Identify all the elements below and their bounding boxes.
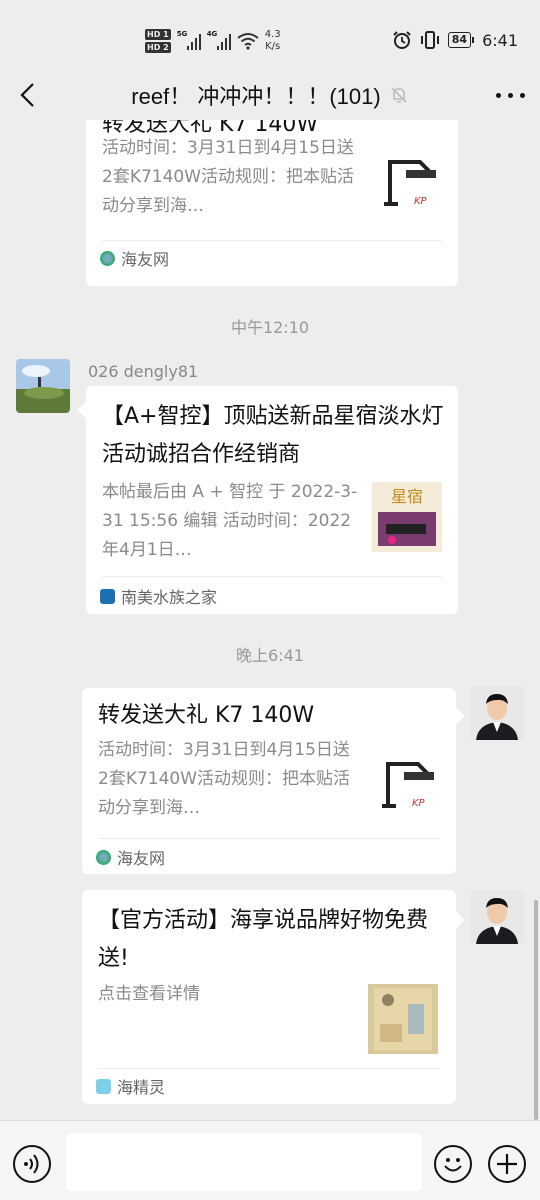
- link-card-message[interactable]: 转发送大礼 K7 140W 活动时间：3月31日到4月15日送2套K7140W活…: [86, 120, 458, 286]
- card-source: 南美水族之家: [100, 584, 217, 608]
- message-input[interactable]: [66, 1133, 422, 1191]
- timestamp: 中午12:10: [230, 318, 310, 337]
- card-title: 转发送大礼 K7 140W: [98, 703, 315, 728]
- card-source: 海友网: [100, 246, 169, 270]
- sender-avatar[interactable]: [16, 359, 70, 413]
- card-source-name: 海精灵: [117, 1078, 166, 1097]
- battery-icon: 84: [447, 32, 475, 48]
- speed-value: 4.3: [264, 29, 281, 40]
- system-status: 84 6:41: [392, 30, 518, 50]
- back-button[interactable]: [14, 80, 44, 110]
- hd-indicator: HD 1 HD 2: [145, 29, 171, 53]
- signal-5g-label: 5G: [176, 30, 188, 38]
- card-source-name: 海友网: [117, 849, 166, 868]
- hd2-label: HD 2: [145, 42, 171, 53]
- chat-title-text: reef！ 冲冲冲！！！(101): [131, 84, 381, 109]
- sender-name: 026 dengly81: [88, 362, 199, 381]
- svg-text:KP: KP: [414, 196, 428, 207]
- card-source-name: 南美水族之家: [121, 588, 218, 607]
- svg-text:KP: KP: [412, 798, 426, 809]
- signal-4g-label: 4G: [206, 30, 218, 38]
- vibrate-icon: [420, 31, 439, 49]
- link-card-message[interactable]: 【官方活动】海享说品牌好物免费送! 点击查看详情 海精灵: [82, 890, 456, 1104]
- card-description: 本帖最后由 A + 智控 于 2022-3-31 15:56 编辑 活动时间：2…: [102, 482, 358, 560]
- network-speed: 4.3 K/s: [265, 29, 281, 53]
- link-card-message[interactable]: 【A+智控】顶贴送新品星宿淡水灯活动诚招合作经销商 本帖最后由 A + 智控 于…: [86, 386, 458, 614]
- more-functions-button[interactable]: [488, 1145, 526, 1183]
- card-description: 活动时间：3月31日到4月15日送2套K7140W活动规则：把本贴活动分享到海…: [98, 740, 351, 818]
- message-list[interactable]: 转发送大礼 K7 140W 活动时间：3月31日到4月15日送2套K7140W活…: [0, 120, 540, 1120]
- network-status: HD 1 HD 2 5G 4G 4.3 K/s: [145, 24, 281, 58]
- status-bar: HD 1 HD 2 5G 4G 4.3 K/s 84 6:41: [0, 0, 540, 80]
- thumb-text: 星宿: [391, 487, 423, 506]
- clock: 6:41: [482, 30, 518, 50]
- card-description: 活动时间：3月31日到4月15日送2套K7140W活动规则：把本贴活动分享到海…: [102, 138, 355, 216]
- timestamp: 晚上6:41: [236, 646, 304, 665]
- battery-level: 84: [447, 32, 472, 48]
- voice-icon: [24, 1154, 39, 1174]
- my-avatar[interactable]: [470, 890, 524, 944]
- scrollbar[interactable]: [534, 900, 538, 1120]
- card-thumbnail-product: 星宿: [372, 482, 442, 552]
- card-source: 海友网: [96, 845, 165, 869]
- card-description: 点击查看详情: [98, 984, 200, 1004]
- link-card-message[interactable]: 转发送大礼 K7 140W 活动时间：3月31日到4月15日送2套K7140W活…: [82, 688, 456, 874]
- signal-5g-icon: 5G: [176, 30, 201, 50]
- source-logo-icon: [100, 588, 115, 604]
- card-thumbnail-lamp: KP: [374, 746, 444, 816]
- bell-slash-icon: [391, 87, 407, 103]
- signal-4g-icon: 4G: [206, 30, 231, 50]
- card-thumbnail-lamp: KP: [376, 144, 446, 214]
- person-avatar-image: [470, 686, 524, 740]
- emoji-button[interactable]: [434, 1145, 472, 1183]
- card-source: 海精灵: [96, 1074, 165, 1098]
- card-thumbnail-blurred: [368, 984, 438, 1054]
- card-title: 【官方活动】海享说品牌好物免费送!: [98, 908, 429, 971]
- hd1-label: HD 1: [145, 29, 171, 40]
- source-logo-icon: [96, 849, 111, 865]
- my-avatar[interactable]: [470, 686, 524, 740]
- source-logo-icon: [96, 1078, 111, 1094]
- person-avatar-image: [470, 890, 524, 944]
- speed-unit: K/s: [265, 41, 281, 52]
- chat-title: reef！ 冲冲冲！！！(101): [131, 79, 408, 111]
- alarm-icon: [393, 31, 411, 49]
- chat-header: reef！ 冲冲冲！！！(101): [0, 70, 540, 120]
- card-title: 【A+智控】顶贴送新品星宿淡水灯活动诚招合作经销商: [102, 404, 444, 467]
- wifi-icon: [237, 33, 259, 50]
- card-source-name: 海友网: [121, 250, 170, 269]
- voice-input-button[interactable]: [13, 1145, 51, 1183]
- landscape-avatar-image: [16, 359, 70, 413]
- more-options-button[interactable]: [492, 80, 528, 110]
- input-bar: [0, 1120, 540, 1200]
- plus-icon: [497, 1154, 517, 1174]
- smiley-icon: [444, 1158, 462, 1172]
- source-logo-icon: [100, 250, 115, 266]
